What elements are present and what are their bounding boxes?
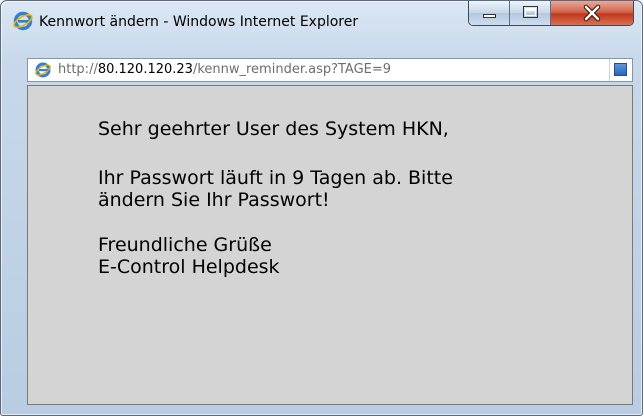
caption-buttons [468,1,634,26]
signature-text: E-Control Helpdesk [98,256,280,278]
signature-block: Freundliche Grüße E-Control Helpdesk [98,234,280,278]
maximize-button[interactable] [510,1,551,25]
ie-window: Kennwort ändern - Windows Internet Explo… [0,0,643,416]
address-bar[interactable]: http://80.120.120.23/kennw_reminder.asp?… [27,58,633,82]
message-line-1: Ihr Passwort läuft in 9 Tagen ab. Bitte [98,167,453,189]
message-body: Ihr Passwort läuft in 9 Tagen ab. Bitte … [98,167,453,211]
url-path: /kennw_reminder.asp?TAGE=9 [192,62,392,77]
message-line-2: ändern Sie Ihr Passwort! [98,189,330,211]
compatibility-view-icon [614,63,627,76]
minimize-button[interactable] [469,1,510,25]
url-host: 80.120.120.23 [97,62,193,77]
address-url[interactable]: http://80.120.120.23/kennw_reminder.asp?… [58,59,391,81]
closing-text: Freundliche Grüße [98,234,272,256]
page-content: Sehr geehrter User des System HKN, Ihr P… [27,85,633,405]
url-prefix: http:// [58,62,98,77]
title-bar[interactable]: Kennwort ändern - Windows Internet Explo… [1,1,642,41]
minimize-icon [483,14,496,18]
compatibility-view-button[interactable] [609,59,632,81]
internet-explorer-icon[interactable] [12,10,34,32]
greeting-text: Sehr geehrter User des System HKN, [98,118,449,140]
close-icon [582,4,602,22]
window-title: Kennwort ändern - Windows Internet Explo… [39,14,359,30]
page-icon [34,61,52,79]
maximize-icon [523,6,538,18]
close-button[interactable] [551,1,633,25]
